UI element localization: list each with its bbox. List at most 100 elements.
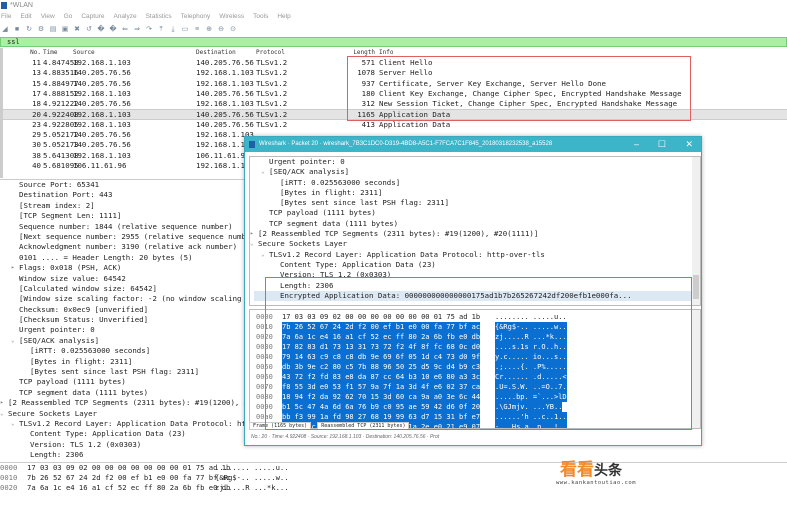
menu-capture[interactable]: Capture [81,11,104,22]
last-icon[interactable]: ⤒ [157,26,165,34]
detail-item[interactable]: [Bytes sent since last PSH flag: 2311] [0,367,245,377]
close-icon[interactable]: ✖ [73,26,81,34]
detail-item[interactable]: Source Port: 65341 [0,180,245,190]
autoscroll-icon[interactable]: ⤓ [169,26,177,34]
detail-item[interactable]: [Bytes sent since last PSH flag: 2311] [254,198,700,208]
menu-go[interactable]: Go [64,11,73,22]
detail-item[interactable]: [Next sequence number: 2955 (relative se… [0,232,245,242]
col-source[interactable]: Source [73,48,95,58]
packet-no: 13 [32,68,41,78]
menu-wireless[interactable]: Wireless [219,11,244,22]
detail-item[interactable]: [Window size scaling factor: -2 (no wind… [0,294,245,304]
detail-item[interactable]: [Checksum Status: Unverified] [0,315,245,325]
expand-arrow-icon[interactable]: ▸ [0,398,4,408]
detail-item[interactable]: 0101 .... = Header Length: 20 bytes (5) [0,253,245,263]
detail-item[interactable]: [Calculated window size: 64542] [0,284,245,294]
detail-item[interactable]: Sequence number: 1844 (relative sequence… [0,222,245,232]
hex-ascii[interactable]: zj.....R ...*k... [215,483,289,493]
detail-item[interactable]: [Bytes in flight: 2311] [254,188,700,198]
zoom-out-icon[interactable]: ⊕ [205,26,213,34]
detail-item[interactable]: [iRTT: 0.025563000 seconds] [0,346,245,356]
detail-item[interactable]: [Stream index: 2] [0,201,245,211]
col-time[interactable]: Time [43,48,57,58]
detail-item[interactable]: Urgent pointer: 0 [254,157,700,167]
find-icon[interactable]: � [97,26,105,34]
expand-arrow-icon[interactable]: ▸ [11,263,15,273]
zoom-in-icon[interactable]: ≡ [193,26,201,34]
hex-bytes[interactable]: 17 03 03 09 02 00 00 00 00 00 00 00 01 7… [27,463,230,473]
detail-item[interactable]: ⌄ [SEQ/ACK analysis] [0,336,245,346]
shark-fin-icon[interactable]: ◢ [1,26,9,34]
stop-icon[interactable]: ■ [13,26,21,34]
expand-arrow-icon[interactable]: ▸ [250,229,254,239]
goto-icon[interactable]: ⇒ [133,26,141,34]
display-filter-input[interactable]: ssl [0,37,787,47]
detail-item[interactable]: Version: TLS 1.2 (0x0303) [0,440,245,450]
menu-view[interactable]: View [41,11,55,22]
watermark-brand-a: 看看 [560,460,594,479]
packet-row[interactable]: 23 4.922805 192.168.1.103 140.205.76.56 TLSv… [3,120,787,130]
detail-item[interactable]: ⌄ Secure Sockets Layer [250,239,700,249]
back-icon[interactable]: � [109,26,117,34]
detail-item[interactable]: TCP payload (1111 bytes) [0,377,245,387]
col-destination[interactable]: Destination [196,48,236,58]
scrollbar[interactable] [692,310,700,428]
detail-item[interactable]: ⌄ Secure Sockets Layer [0,409,245,419]
open-icon[interactable]: ▤ [49,26,57,34]
save-icon[interactable]: ▣ [61,26,69,34]
detail-item[interactable]: [Bytes in flight: 2311] [0,357,245,367]
detail-item[interactable]: Destination Port: 443 [0,190,245,200]
minimize-button[interactable]: – [634,137,639,152]
detail-item[interactable]: [iRTT: 0.025563000 seconds] [254,178,700,188]
hex-ascii[interactable]: ........ .....u.. [215,463,289,473]
collapse-arrow-icon[interactable]: ⌄ [261,167,265,177]
hex-ascii[interactable]: {&Rg$-.. .....w.. [215,473,289,483]
packet-src: 192.168.1.103 [73,150,131,160]
collapse-arrow-icon[interactable]: ⌄ [11,419,15,429]
detail-item[interactable]: Window size value: 64542 [0,274,245,284]
detail-item[interactable]: ▸ [2 Reassembled TCP Segments (2311 bytes… [0,398,245,408]
detail-item[interactable]: Acknowledgment number: 3190 (relative ac… [0,242,245,252]
detail-item[interactable]: TCP payload (1111 bytes) [254,208,700,218]
menu-file[interactable]: File [1,11,11,22]
hex-bytes[interactable]: 7b 26 52 67 24 2d f2 00 ef b1 e0 00 fa 7… [27,473,230,483]
detail-item[interactable]: ⌄ TLSv1.2 Record Layer: Application Data … [0,419,245,429]
options-icon[interactable]: ⚙ [37,26,45,34]
detail-item[interactable]: TCP segment data (1111 bytes) [0,388,245,398]
packet-proto: TLSv1.2 [256,58,288,67]
collapse-arrow-icon[interactable]: ⌄ [261,250,265,260]
col-no[interactable]: No. [11,48,41,58]
colorize-icon[interactable]: ▭ [181,26,189,34]
detail-item[interactable]: TCP segment data (1111 bytes) [254,219,700,229]
first-icon[interactable]: ↷ [145,26,153,34]
menu-edit[interactable]: Edit [20,11,31,22]
menu-help[interactable]: Help [277,11,290,22]
menu-statistics[interactable]: Statistics [146,11,172,22]
menu-analyze[interactable]: Analyze [113,11,136,22]
detail-item[interactable]: ⌄ [SEQ/ACK analysis] [254,167,700,177]
collapse-arrow-icon[interactable]: ⌄ [11,336,15,346]
reload-icon[interactable]: ↺ [85,26,93,34]
scrollbar[interactable] [692,157,700,305]
maximize-button[interactable]: ☐ [658,137,666,152]
detail-item[interactable]: Length: 2306 [0,450,245,460]
detail-item[interactable]: ▸ Flags: 0x018 (PSH, ACK) [0,263,245,273]
detail-item[interactable]: Content Type: Application Data (23) [254,260,700,270]
col-protocol[interactable]: Protocol [256,48,285,58]
detail-item[interactable]: Content Type: Application Data (23) [0,429,245,439]
restart-icon[interactable]: ↻ [25,26,33,34]
detail-item[interactable]: Checksum: 0x0ec9 [unverified] [0,305,245,315]
zoom-reset-icon[interactable]: ⊖ [217,26,225,34]
menu-tools[interactable]: Tools [253,11,268,22]
detail-item[interactable]: Urgent pointer: 0 [0,325,245,335]
detail-item[interactable]: ▸ [2 Reassembled TCP Segments (2311 bytes… [250,229,700,239]
menu-telephony[interactable]: Telephony [181,11,211,22]
forward-icon[interactable]: ⇐ [121,26,129,34]
collapse-arrow-icon[interactable]: ⌄ [250,239,254,249]
detail-item[interactable]: ⌄ TLSv1.2 Record Layer: Application Data … [254,250,700,260]
close-button[interactable]: ✕ [685,137,693,152]
collapse-arrow-icon[interactable]: ⌄ [0,409,4,419]
detail-item[interactable]: [TCP Segment Len: 1111] [0,211,245,221]
hex-bytes[interactable]: 7a 6a 1c e4 16 a1 cf 52 ec ff 80 2a 6b f… [27,483,230,493]
resize-columns-icon[interactable]: ⊙ [229,26,237,34]
